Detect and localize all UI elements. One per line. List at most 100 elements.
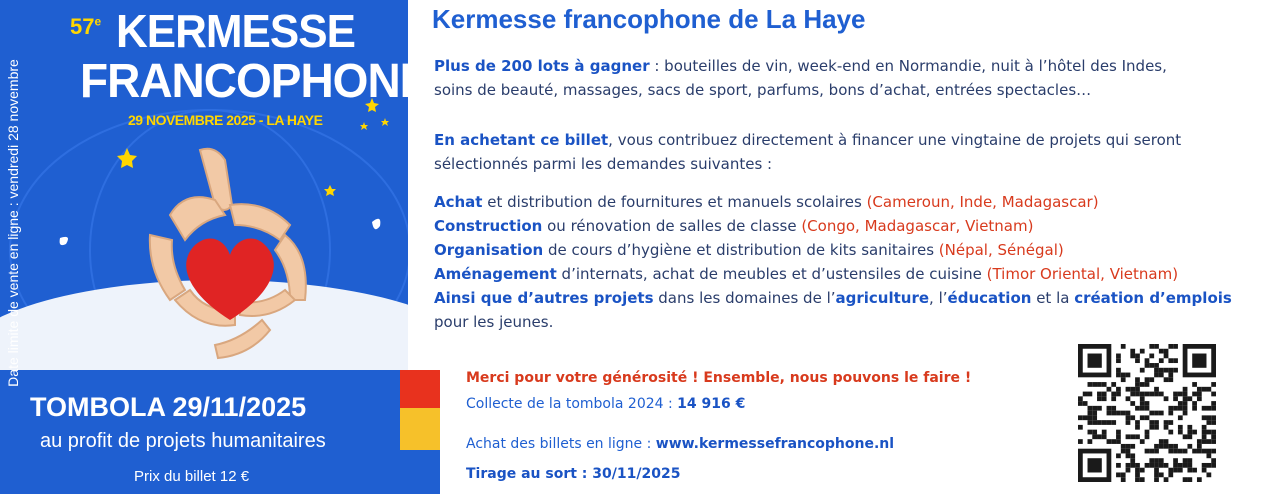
qr-module — [1206, 405, 1212, 411]
qr-module — [1116, 391, 1121, 397]
qr-module — [1120, 377, 1126, 383]
qr-module — [1130, 386, 1136, 392]
contribution-lead: En achetant ce billet — [434, 131, 609, 149]
qr-module — [1125, 462, 1131, 468]
qr-module — [1163, 377, 1169, 383]
qr-module — [1130, 434, 1136, 440]
qr-module — [1116, 410, 1121, 416]
item-lead: Construction — [434, 217, 543, 235]
item-countries: (Timor Oriental, Vietnam) — [986, 265, 1179, 283]
qr-code-icon[interactable] — [1078, 344, 1216, 482]
qr-module — [1144, 415, 1150, 421]
qr-module — [1139, 467, 1145, 473]
qr-module — [1078, 424, 1083, 430]
poster-title-line1: KERMESSE — [116, 6, 356, 58]
qr-module — [1163, 367, 1169, 373]
qr-module — [1130, 348, 1136, 354]
qr-module — [1144, 377, 1150, 383]
qr-module — [1092, 410, 1098, 416]
poster-title-line2: FRANCOPHONE — [80, 53, 408, 108]
list-item-other-line2: pour les jeunes. — [434, 313, 554, 331]
qr-module — [1149, 458, 1155, 463]
qr-module — [1187, 458, 1193, 463]
qr-module — [1135, 434, 1140, 440]
qr-module — [1111, 391, 1117, 397]
qr-module — [1201, 429, 1207, 435]
qr-module — [1149, 410, 1155, 416]
qr-module — [1092, 382, 1098, 387]
qr-module — [1125, 410, 1131, 416]
qr-module — [1120, 443, 1126, 449]
qr-module — [1201, 405, 1207, 411]
qr-module — [1135, 424, 1140, 430]
prizes-text-line2: soins de beauté, massages, sacs de sport… — [434, 81, 1092, 99]
qr-module — [1163, 348, 1169, 354]
qr-module — [1135, 391, 1140, 397]
edition-number-value: 57 — [70, 14, 95, 39]
qr-module — [1182, 405, 1188, 411]
qr-module — [1120, 410, 1126, 416]
qr-module — [1125, 420, 1131, 425]
qr-module — [1106, 439, 1112, 444]
qr-module — [1163, 443, 1169, 449]
qr-module — [1168, 372, 1174, 378]
qr-module — [1101, 382, 1107, 387]
list-item: Achat et distribution de fournitures et … — [434, 190, 1280, 214]
qr-module — [1139, 367, 1145, 373]
item-countries: (Népal, Sénégal) — [938, 241, 1064, 259]
qr-module — [1111, 420, 1117, 425]
qr-module — [1106, 410, 1112, 416]
qr-module — [1158, 458, 1164, 463]
flag-stripe-red — [400, 370, 440, 408]
qr-module — [1092, 420, 1098, 425]
qr-module — [1177, 429, 1183, 435]
qr-module — [1182, 434, 1188, 440]
qr-module — [1120, 472, 1126, 478]
qr-module — [1168, 448, 1174, 454]
item-text: et distribution de fournitures et manuel… — [482, 193, 867, 211]
qr-module — [1154, 363, 1159, 368]
item-countries: (Congo, Madagascar, Vietnam) — [801, 217, 1034, 235]
qr-module — [1182, 396, 1188, 402]
qr-module — [1087, 439, 1093, 444]
online-sale-deadline: Date limite de vente en ligne : vendredi… — [5, 59, 21, 387]
qr-module — [1177, 391, 1183, 397]
qr-module — [1111, 405, 1117, 411]
qr-module — [1177, 424, 1183, 430]
qr-module — [1130, 391, 1136, 397]
qr-module — [1097, 405, 1102, 411]
online-purchase-link[interactable]: www.kermessefrancophone.nl — [656, 436, 894, 452]
qr-module — [1144, 382, 1150, 387]
qr-module — [1116, 462, 1121, 468]
qr-module — [1139, 415, 1145, 421]
qr-module — [1135, 405, 1140, 411]
online-purchase: Achat des billets en ligne : www.kermess… — [466, 436, 894, 452]
qr-module — [1187, 434, 1193, 440]
qr-module — [1192, 448, 1197, 454]
qr-module — [1211, 458, 1216, 463]
qr-module — [1173, 405, 1178, 411]
qr-module — [1087, 458, 1102, 473]
qr-module — [1130, 453, 1136, 459]
qr-module — [1206, 453, 1212, 459]
draw-date: Tirage au sort : 30/11/2025 — [466, 466, 681, 482]
qr-module — [1116, 453, 1121, 459]
other-text: dans les domaines de l’ — [653, 289, 836, 307]
qr-module — [1173, 443, 1178, 449]
qr-module — [1092, 405, 1098, 411]
qr-module — [1116, 353, 1121, 359]
qr-module — [1173, 367, 1178, 373]
qr-module — [1211, 420, 1216, 425]
qr-module — [1192, 391, 1197, 397]
qr-module — [1078, 415, 1083, 421]
qr-module — [1211, 415, 1216, 421]
online-purchase-label: Achat des billets en ligne : — [466, 436, 656, 452]
qr-module — [1101, 420, 1107, 425]
qr-module — [1106, 405, 1112, 411]
qr-module — [1201, 415, 1207, 421]
qr-module — [1087, 353, 1102, 368]
qr-module — [1173, 462, 1178, 468]
item-countries: (Cameroun, Inde, Madagascar) — [866, 193, 1099, 211]
qr-module — [1206, 448, 1212, 454]
qr-module — [1158, 358, 1164, 364]
